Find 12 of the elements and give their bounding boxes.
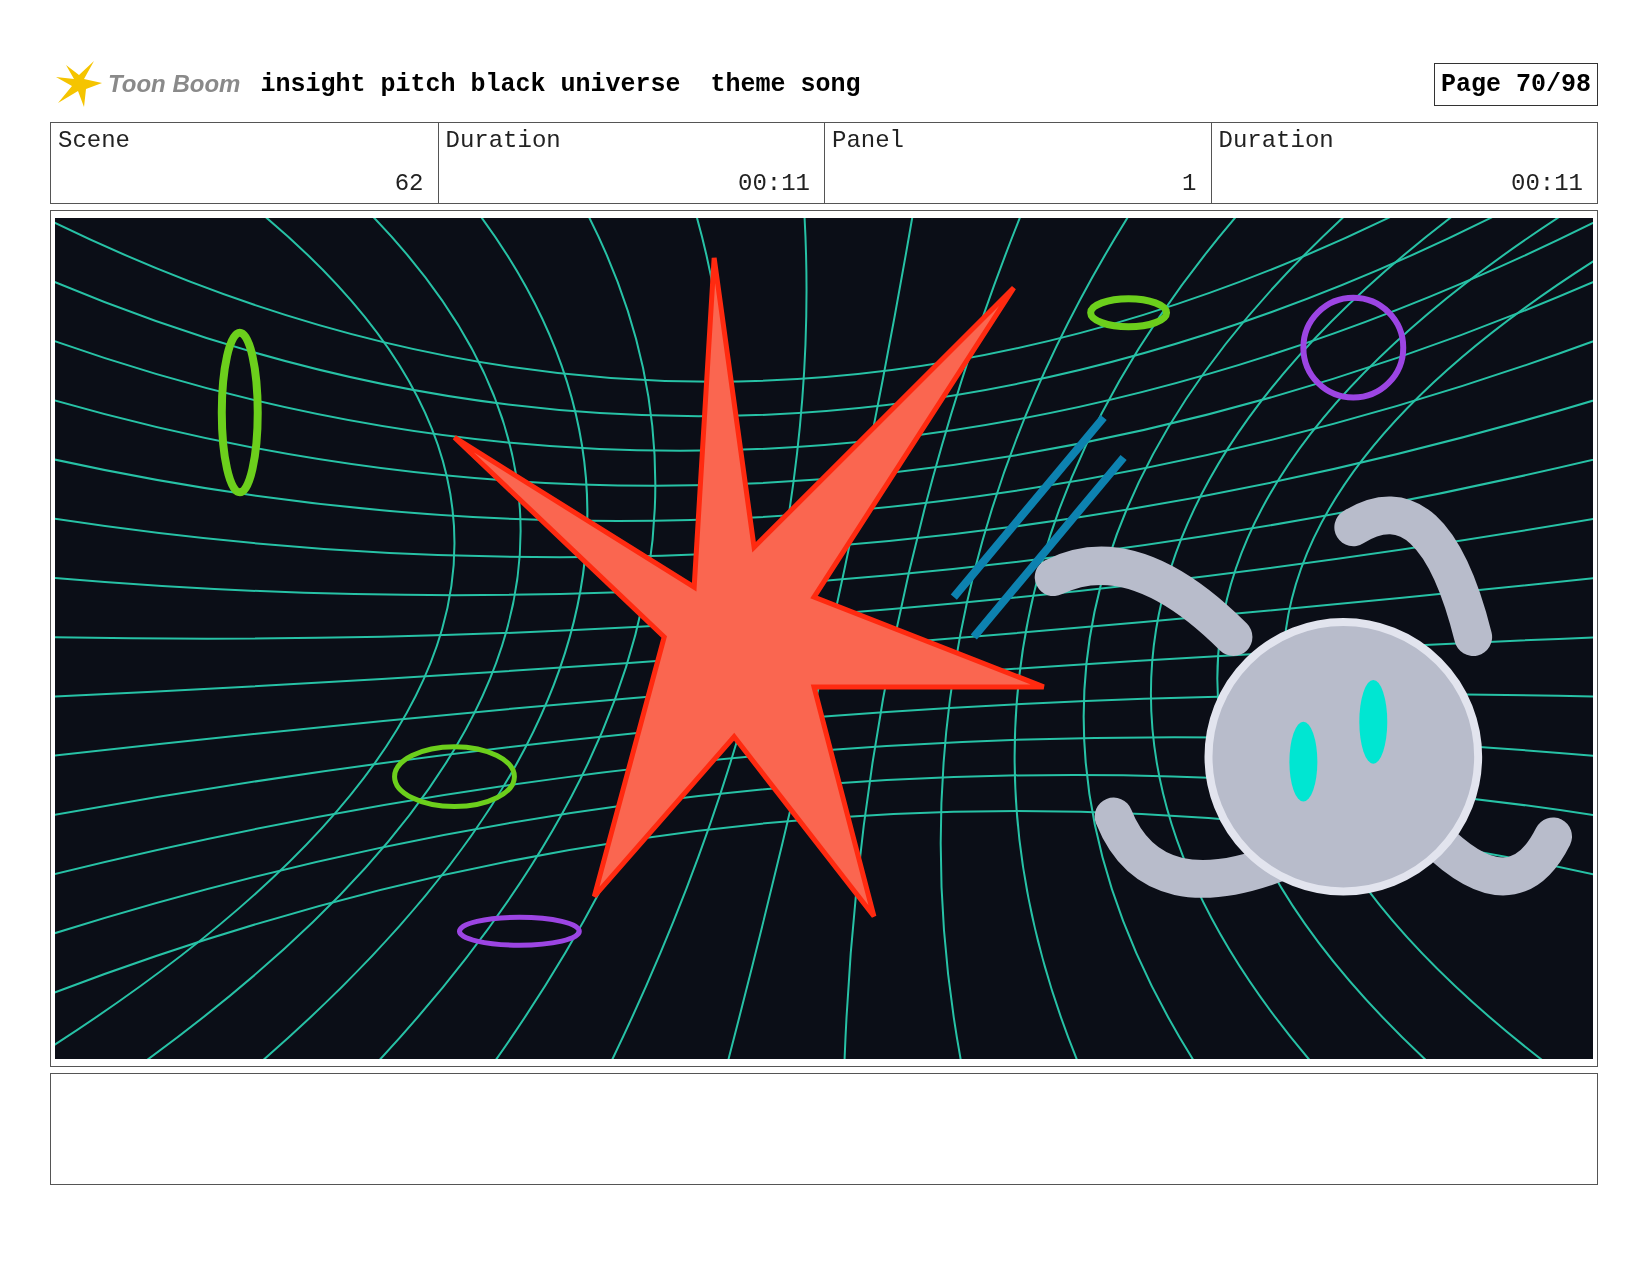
- field-value: 62: [394, 170, 424, 197]
- field-label: Duration: [445, 127, 561, 154]
- field-value: 00:11: [738, 170, 810, 197]
- storyboard-title: insight pitch black universe theme song: [260, 69, 861, 99]
- field-value: 00:11: [1511, 170, 1583, 197]
- field-label: Panel: [832, 127, 904, 154]
- starburst-icon: [54, 59, 104, 109]
- field-value: 1: [1182, 170, 1197, 197]
- page-number: Page 70/98: [1433, 62, 1598, 106]
- field-label: Scene: [58, 127, 130, 154]
- field-label: Duration: [1218, 127, 1334, 154]
- logo-text: Toon Boom: [108, 70, 241, 98]
